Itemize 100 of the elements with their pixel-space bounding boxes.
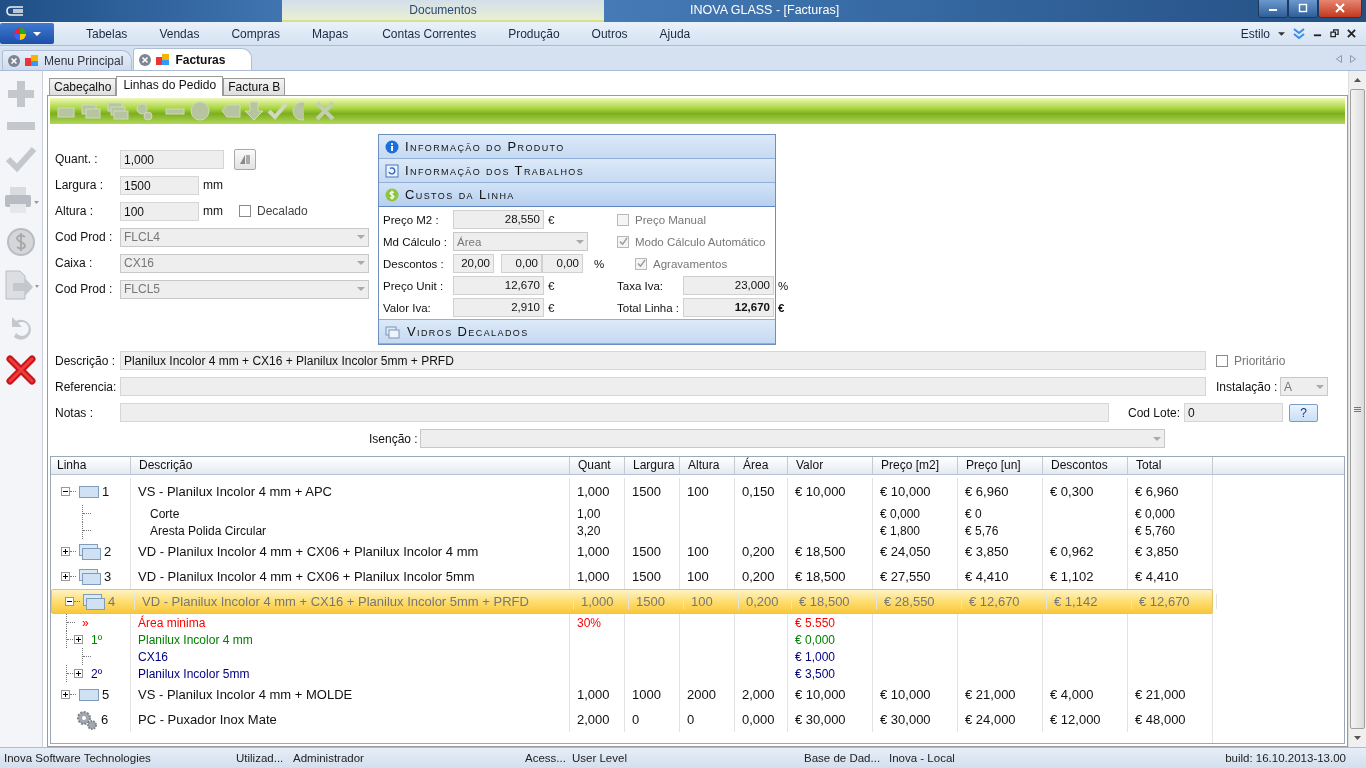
text-field[interactable]: 1500 bbox=[120, 175, 199, 195]
dropdown[interactable]: FLCL5 bbox=[120, 279, 369, 299]
status-text: Administrador bbox=[293, 752, 365, 764]
column-header[interactable]: Preço [m2] bbox=[873, 457, 958, 474]
text-field[interactable]: 1,000 bbox=[120, 149, 224, 169]
text-field[interactable]: 0 bbox=[1184, 403, 1283, 422]
menu-item[interactable]: Mapas bbox=[296, 26, 365, 41]
expand-icon[interactable] bbox=[74, 669, 83, 678]
sub-item-text: CX16 bbox=[138, 649, 169, 664]
table-cell: PC - Puxador Inox Mate bbox=[138, 712, 277, 727]
table-row[interactable]: 5 VS - Planilux Incolor 4 mm + MOLDE 1,000 1000 2000 2,000 € 10,000 € 10,000 € 21,000 € 4,000 € 21,000 bbox=[51, 682, 1213, 707]
menu-item[interactable]: Ajuda bbox=[643, 26, 707, 41]
scroll-right-icon[interactable] bbox=[1350, 55, 1356, 63]
app-logo-icon[interactable] bbox=[13, 26, 27, 41]
app-menu-button[interactable] bbox=[0, 23, 54, 44]
checkbox[interactable] bbox=[1216, 354, 1228, 367]
text-field[interactable]: 28,550 bbox=[453, 210, 544, 229]
table-cell: € 12,000 bbox=[1050, 712, 1101, 727]
text-field[interactable] bbox=[120, 403, 1109, 422]
table-cell: 0 bbox=[632, 712, 640, 727]
style-menu[interactable]: Estilo bbox=[1240, 26, 1270, 41]
help-button[interactable]: ? bbox=[1289, 403, 1318, 422]
column-header[interactable]: Linha bbox=[51, 457, 131, 474]
dropdown[interactable]: CX16 bbox=[120, 253, 369, 273]
field-label: Notas : bbox=[55, 405, 94, 420]
maximize-icon[interactable] bbox=[1298, 3, 1308, 13]
text-field[interactable]: 0,00 bbox=[501, 254, 542, 273]
text-field[interactable]: 23,000 bbox=[683, 276, 774, 295]
section-header[interactable]: Vidros Decalados bbox=[379, 320, 775, 344]
table-cell: 1,000 bbox=[577, 544, 610, 559]
info-icon bbox=[385, 139, 399, 154]
text-field[interactable]: 2,910 bbox=[453, 298, 544, 317]
column-header[interactable]: Largura bbox=[625, 457, 680, 474]
column-header[interactable]: Área bbox=[735, 457, 788, 474]
dropdown[interactable]: Área bbox=[453, 232, 588, 251]
table-row[interactable]: 1 VS - Planilux Incolor 4 mm + APC 1,000 1500 100 0,150 € 10,000 € 10,000 € 6,960 € 0,300 € 6,960 bbox=[51, 475, 1213, 505]
column-header[interactable]: Descrição bbox=[131, 457, 570, 474]
column-header[interactable]: Total bbox=[1128, 457, 1213, 474]
expand-icon[interactable] bbox=[61, 690, 70, 699]
column-header[interactable]: Altura bbox=[680, 457, 735, 474]
text-field[interactable]: Planilux Incolor 4 mm + CX16 + Planilux Incolor 5mm + PRFD bbox=[120, 351, 1206, 370]
maximize-button[interactable] bbox=[1288, 0, 1318, 18]
expand-icon[interactable] bbox=[61, 547, 70, 556]
menu-item[interactable]: Produção bbox=[492, 26, 576, 41]
text-field[interactable]: 0,00 bbox=[542, 254, 583, 273]
checkbox[interactable] bbox=[239, 205, 251, 217]
delete-icon[interactable] bbox=[6, 355, 36, 385]
text-field[interactable]: 12,670 bbox=[683, 298, 774, 317]
field-label: Cod Prod : bbox=[55, 282, 114, 296]
caret-icon[interactable] bbox=[33, 31, 41, 36]
close-icon[interactable] bbox=[1347, 29, 1356, 38]
chevron-down-icon[interactable] bbox=[1293, 27, 1305, 40]
text-field[interactable]: 20,00 bbox=[453, 254, 494, 273]
status-text: Base de Dad... bbox=[804, 752, 882, 764]
text-field[interactable] bbox=[120, 377, 1206, 396]
table-cell: VS - Planilux Incolor 4 mm + APC bbox=[138, 484, 332, 499]
table-cell: VD - Planilux Incolor 4 mm + CX06 + Planilux Incolor 5mm bbox=[138, 569, 475, 584]
scrollbar[interactable] bbox=[1348, 71, 1366, 747]
restore-icon[interactable] bbox=[1330, 29, 1339, 38]
collapse-icon[interactable] bbox=[61, 487, 70, 496]
form-tab[interactable]: Linhas do Pedido bbox=[116, 76, 224, 96]
text-field[interactable]: 100 bbox=[120, 201, 199, 221]
menu-item[interactable]: Vendas bbox=[143, 26, 216, 41]
table-cell: € 10,000 bbox=[795, 484, 846, 499]
form-tab[interactable]: Factura B bbox=[223, 78, 286, 95]
dropdown[interactable]: A bbox=[1280, 377, 1328, 396]
table-row[interactable]: 6 PC - Puxador Inox Mate 2,000 0 0 0,000 € 30,000 € 30,000 € 24,000 € 12,000 € 48,000 bbox=[51, 707, 1213, 732]
menu-item[interactable]: Tabelas bbox=[70, 26, 144, 41]
scroll-left-icon[interactable] bbox=[1336, 55, 1342, 63]
table-cell: € 27,550 bbox=[880, 569, 931, 584]
dollar-coin-icon[interactable] bbox=[6, 227, 36, 257]
table-cell: € 48,000 bbox=[1135, 712, 1186, 727]
context-tab[interactable]: Documentos bbox=[282, 0, 604, 22]
collapse-icon[interactable] bbox=[65, 597, 74, 606]
grip-icon[interactable] bbox=[1354, 406, 1361, 412]
minimize-button[interactable] bbox=[1258, 0, 1288, 18]
section-header[interactable]: Informação dos Trabalhos bbox=[379, 159, 775, 183]
dropdown[interactable]: FLCL4 bbox=[120, 227, 369, 247]
dropdown-arrow-icon bbox=[357, 235, 365, 239]
document-tab[interactable]: Facturas bbox=[133, 48, 253, 70]
field-label: Largura : bbox=[55, 178, 105, 192]
column-header[interactable]: Descontos bbox=[1043, 457, 1128, 474]
table-row[interactable]: 2 VD - Planilux Incolor 4 mm + CX06 + Planilux Incolor 4 mm 1,000 1500 100 0,200 € 18,500 € 24,050 € 3,850 € 0,962 € 3,850 bbox=[51, 539, 1213, 564]
section-header[interactable]: Informação do Produto bbox=[379, 135, 775, 159]
close-button[interactable] bbox=[1318, 0, 1362, 18]
menu-item[interactable]: Contas Correntes bbox=[364, 26, 493, 41]
section-header[interactable]: Custos da Linha bbox=[379, 183, 775, 207]
scroll-up-icon[interactable] bbox=[1354, 78, 1361, 82]
menu-item[interactable]: Outros bbox=[575, 26, 644, 41]
expand-icon[interactable] bbox=[61, 572, 70, 581]
text-field[interactable]: 12,670 bbox=[453, 276, 544, 295]
column-header[interactable]: Preço [un] bbox=[958, 457, 1043, 474]
scroll-down-icon[interactable] bbox=[1354, 736, 1361, 740]
document-tab[interactable]: Menu Principal bbox=[2, 50, 133, 70]
expand-icon[interactable] bbox=[74, 635, 83, 644]
column-header[interactable]: Quant bbox=[570, 457, 625, 474]
form-tab[interactable]: Cabeçalho bbox=[49, 78, 117, 95]
sub-item-text: Planilux Incolor 4 mm bbox=[138, 632, 253, 647]
column-header[interactable]: Valor bbox=[788, 457, 873, 474]
menu-item[interactable]: Compras bbox=[215, 26, 297, 41]
